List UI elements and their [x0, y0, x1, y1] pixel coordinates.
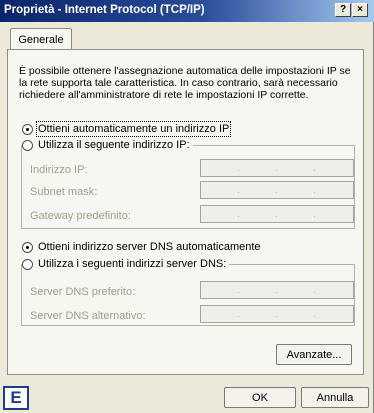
close-button[interactable]: × — [352, 3, 368, 17]
dns-manual-option[interactable]: Utilizza i seguenti indirizzi server DNS… — [22, 258, 230, 270]
subnet-mask-label: Subnet mask: — [30, 186, 98, 198]
tab-generale[interactable]: Generale — [10, 28, 72, 50]
dns-auto-option[interactable]: Ottieni indirizzo server DNS automaticam… — [22, 241, 261, 253]
window-title: Proprietà - Internet Protocol (TCP/IP) — [4, 4, 205, 16]
advanced-button[interactable]: Avanzate... — [276, 344, 352, 365]
title-bar[interactable]: Proprietà - Internet Protocol (TCP/IP) ?… — [0, 0, 374, 22]
close-icon: × — [357, 4, 363, 15]
ip-address-label: Indirizzo IP: — [30, 164, 88, 176]
dns-auto-radio[interactable] — [22, 241, 33, 253]
help-icon: ? — [339, 4, 347, 15]
dns-alternate-label: Server DNS alternativo: — [30, 310, 146, 322]
gateway-label: Gateway predefinito: — [30, 210, 131, 222]
corner-badge: E — [3, 386, 29, 410]
ip-auto-label: Ottieni automaticamente un indirizzo IP — [35, 121, 232, 137]
ip-manual-radio[interactable] — [22, 139, 33, 151]
dns-preferred-label: Server DNS preferito: — [30, 286, 136, 298]
ip-auto-radio[interactable] — [22, 123, 33, 135]
dialog-window: Proprietà - Internet Protocol (TCP/IP) ?… — [0, 0, 374, 413]
dns-manual-label: Utilizza i seguenti indirizzi server DNS… — [38, 258, 227, 270]
ip-manual-label: Utilizza il seguente indirizzo IP: — [38, 139, 190, 151]
dns-preferred-field[interactable]: ... — [200, 281, 354, 299]
ok-button[interactable]: OK — [224, 387, 296, 408]
dns-alternate-field[interactable]: ... — [200, 305, 354, 323]
dns-auto-label: Ottieni indirizzo server DNS automaticam… — [38, 241, 261, 253]
ip-auto-option[interactable]: Ottieni automaticamente un indirizzo IP — [22, 121, 232, 137]
subnet-mask-field[interactable]: ... — [200, 181, 354, 199]
info-text: È possibile ottenere l'assegnazione auto… — [19, 65, 351, 101]
help-button[interactable]: ? — [335, 3, 351, 17]
gateway-field[interactable]: ... — [200, 205, 354, 223]
cancel-button[interactable]: Annulla — [301, 387, 369, 408]
ip-manual-option[interactable]: Utilizza il seguente indirizzo IP: — [22, 139, 193, 151]
dns-manual-radio[interactable] — [22, 258, 33, 270]
tab-panel: È possibile ottenere l'assegnazione auto… — [7, 49, 364, 375]
ip-address-field[interactable]: ... — [200, 159, 354, 177]
